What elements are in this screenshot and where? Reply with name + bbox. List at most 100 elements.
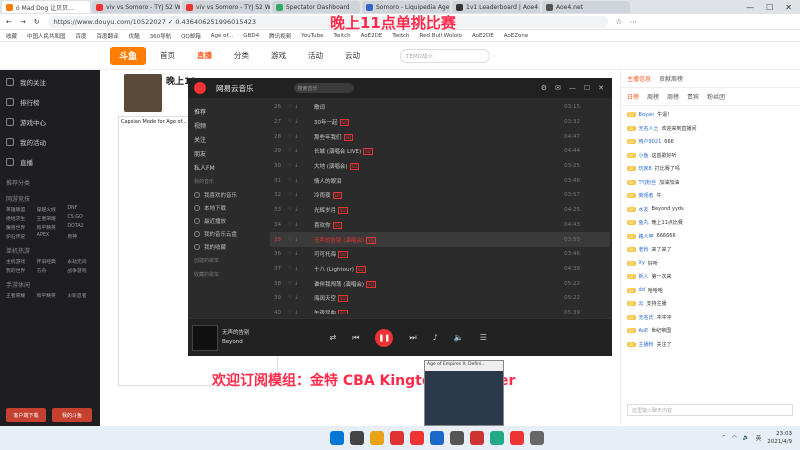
like-download-icons[interactable]: ♡ ↓ [288,310,314,314]
category-link[interactable]: APEX [37,233,64,240]
music-search-input[interactable]: 搜索音乐 [293,83,354,93]
like-download-icons[interactable]: ♡ ↓ [288,237,314,243]
album-cover[interactable] [192,324,218,351]
pause-button[interactable]: ❚❚ [375,328,394,347]
music-nav-item[interactable]: 推荐 [194,104,262,118]
taskbar-app-icon[interactable] [450,431,464,445]
song-row[interactable]: 36 ♡ ↓ 可可托海 SQ 03:46 [270,247,610,262]
category-link[interactable]: 王者荣耀 [37,215,64,222]
chat-username[interactable]: TYJ粉丝 [639,179,657,186]
song-row[interactable]: 28 ♡ ↓ 那些年我们 SQ 04:47 [270,129,610,144]
bookmark-item[interactable]: 收藏 [6,32,17,40]
right-tab[interactable]: 主播信息 [627,74,651,83]
taskbar-app-icon[interactable] [330,431,344,445]
category-link[interactable]: DOTA2 [67,224,94,231]
category-link[interactable]: 战争游戏 [67,267,94,274]
playlist-item[interactable]: 我的音乐云盘 [194,227,262,240]
like-download-icons[interactable]: ♡ ↓ [288,148,314,154]
category-link[interactable]: 原神 [67,233,94,240]
lyrics-icon[interactable]: ♪ [433,333,438,342]
sidebar-item[interactable]: 我的活动 [6,132,94,152]
chat-username[interactable]: 新人 [639,273,649,280]
taskbar-thumbnail-preview[interactable]: Age of Empires II: Defini... [424,360,504,426]
like-download-icons[interactable]: ♡ ↓ [288,295,314,301]
like-download-icons[interactable]: ♡ ↓ [288,178,314,184]
star-icon[interactable]: ☆ [616,18,622,26]
taskbar-app-icon[interactable] [510,431,524,445]
bookmark-item[interactable]: AoE2DE [361,33,383,39]
like-download-icons[interactable]: ♡ ↓ [288,134,314,140]
music-section-title[interactable]: 收藏的歌单 [194,271,262,281]
category-link[interactable]: DNF [67,206,94,213]
taskbar-app-icon[interactable] [470,431,484,445]
bookmark-item[interactable]: Twitch [392,33,409,39]
bookmark-item[interactable]: GBD4 [243,33,259,39]
like-download-icons[interactable]: ♡ ↓ [288,251,314,257]
like-download-icons[interactable]: ♡ ↓ [288,192,314,198]
chat-username[interactable]: 小鱼 [639,152,649,159]
site-nav-item[interactable]: 首页 [160,50,175,61]
browser-tab[interactable]: viv vs Somoro - TYJ S2 W... [182,1,270,13]
rank-tab[interactable]: 日榜 [627,92,639,101]
mail-icon[interactable]: ✉ [555,84,561,92]
chat-username[interactable]: 老粉 [639,246,649,253]
category-link[interactable]: 和平精英 [37,224,64,231]
browser-tab[interactable]: 1v1 Leaderboard | Aoe4 [452,1,540,13]
category-link[interactable]: 我的世界 [6,267,33,274]
taskbar-app-icon[interactable] [490,431,504,445]
bookmark-item[interactable]: 360导航 [150,32,172,40]
like-download-icons[interactable]: ♡ ↓ [288,222,314,228]
chat-username[interactable]: 无名人士 [639,125,659,132]
category-link[interactable]: 方舟 [37,267,64,274]
like-download-icons[interactable]: ♡ ↓ [288,207,314,213]
chat-username[interactable]: dd [639,287,645,293]
song-row[interactable]: 27 ♡ ↓ 30年一起 SQ 03:32 [270,115,610,130]
chat-username[interactable]: 主播粉 [639,341,654,348]
input-language[interactable]: 英 [756,434,762,442]
taskbar-app-icon[interactable] [390,431,404,445]
chat-input[interactable]: 这里输入聊天内容 [627,404,793,416]
menu-icon[interactable]: ⋯ [630,18,637,26]
taskbar-app-icon[interactable] [530,431,544,445]
browser-tab[interactable]: Aoe4.net [542,1,630,13]
url-field[interactable]: https://www.douyu.com/10522027 ✓ 0.43640… [47,15,608,28]
category-link[interactable]: 魔兽世界 [6,224,33,231]
bookmark-item[interactable]: Red Bull Wololo [420,33,463,39]
song-row[interactable]: 31 ♡ ↓ 情人的眼泪 03:46 [270,173,610,188]
category-link[interactable]: 和平精英 [37,292,64,299]
my-douyu-button[interactable]: 我的斗鱼 [52,408,92,422]
playlist-item[interactable]: 我喜欢的音乐 [194,188,262,201]
volume-icon[interactable]: 🔈 [743,435,750,441]
category-link[interactable]: 火影忍者 [67,292,94,299]
chat-username[interactable]: 旁观者 [639,192,654,199]
forward-icon[interactable]: → [20,18,26,26]
category-link[interactable]: 怀旧经典 [37,258,64,265]
sidebar-item[interactable]: 直播 [6,152,94,172]
client-download-button[interactable]: 客户端下载 [6,408,46,422]
taskbar-app-icon[interactable] [410,431,424,445]
back-icon[interactable]: ← [6,18,12,26]
chevron-up-icon[interactable]: ⌃ [722,435,727,441]
avatar[interactable] [124,74,162,112]
playlist-item[interactable]: 最近播放 [194,214,262,227]
like-download-icons[interactable]: ♡ ↓ [288,163,314,169]
browser-tab[interactable]: viv vs Somoro - TYJ S2 W... [92,1,180,13]
taskbar-app-icon[interactable] [430,431,444,445]
song-row[interactable]: 34 ♡ ↓ 喜欢你 SQ 04:43 [270,218,610,233]
chat-username[interactable]: 鱼丸 [639,219,649,226]
music-section-title[interactable]: 创建的歌单 [194,257,262,267]
music-nav-item[interactable]: 关注 [194,132,262,146]
site-logo[interactable]: 斗鱼 [110,46,146,65]
song-row[interactable]: 33 ♡ ↓ 光辉岁月 SQ 04:25 [270,203,610,218]
bookmark-item[interactable]: 百度 [76,32,87,40]
song-row[interactable]: 39 ♡ ↓ 海阔天空 SQ 05:22 [270,291,610,306]
bookmark-item[interactable]: 腾讯视频 [269,32,291,40]
site-nav-item[interactable]: 直播 [197,50,212,61]
song-row[interactable]: 26 ♡ ↓ 歌词 03:15 [270,100,610,115]
rank-tab[interactable]: 贵宾 [687,92,699,101]
site-nav-item[interactable]: 活动 [308,50,323,61]
category-link[interactable]: 炉石传说 [6,233,33,240]
site-nav-item[interactable]: 分类 [234,50,249,61]
bookmark-item[interactable]: QQ邮箱 [181,32,201,40]
chat-username[interactable]: 水友 [639,206,649,213]
